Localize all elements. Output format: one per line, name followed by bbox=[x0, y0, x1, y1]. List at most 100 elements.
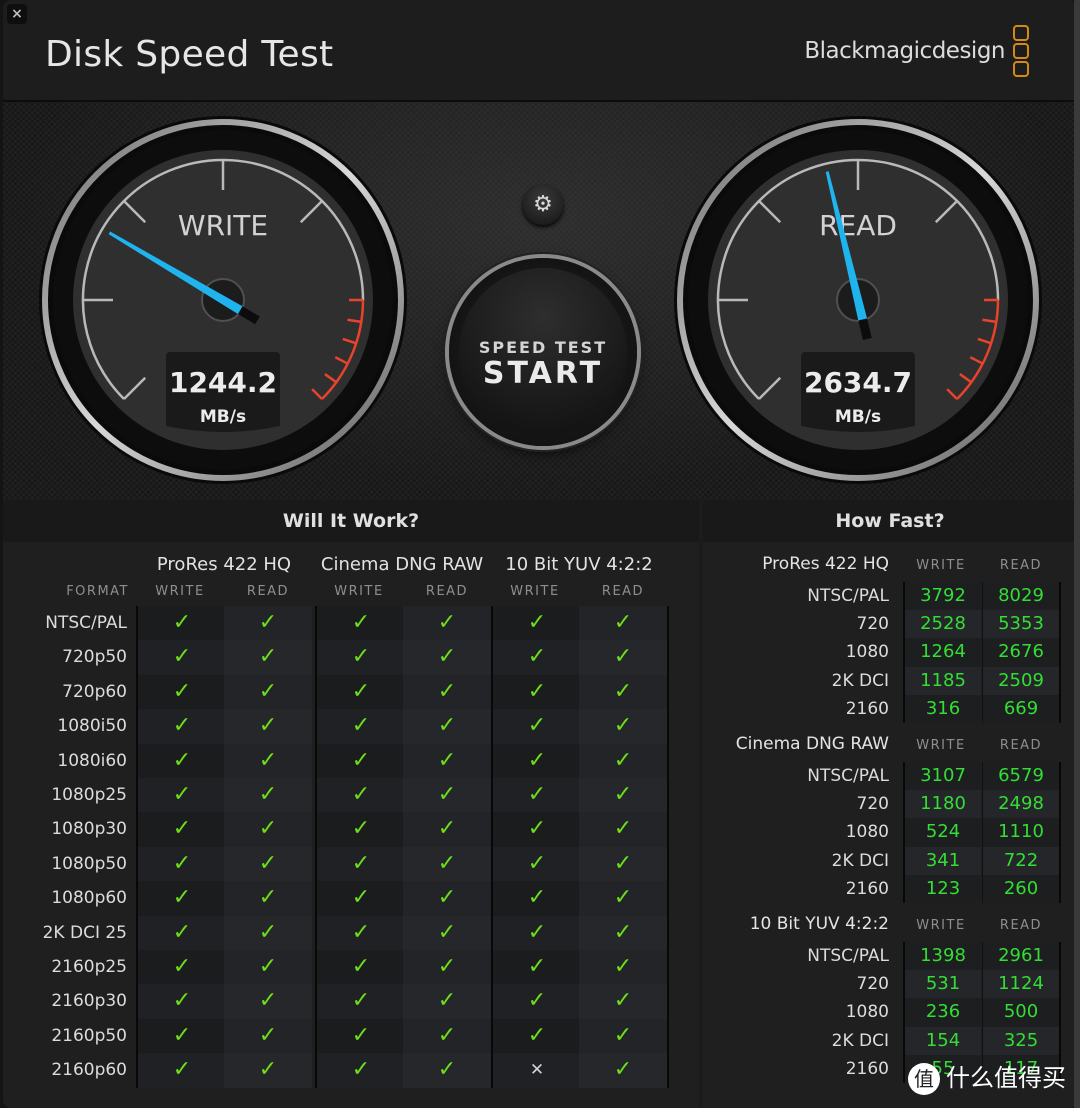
table-row: 1080p60 ✓ ✓ ✓ ✓ ✓ ✓ bbox=[3, 881, 699, 916]
check-icon: ✓ bbox=[491, 640, 581, 675]
watermark-text: 什么值得买 bbox=[946, 1064, 1066, 1092]
resolution-label: 2K DCI bbox=[831, 670, 889, 691]
check-icon: ✓ bbox=[579, 915, 669, 950]
codec-group-header: 10 Bit YUV 4:2:2 bbox=[505, 554, 653, 575]
check-icon: ✓ bbox=[224, 950, 312, 985]
resolution-label: 1080 bbox=[845, 822, 889, 843]
settings-button[interactable]: ⚙ bbox=[523, 185, 563, 225]
table-row: 2160p50 ✓ ✓ ✓ ✓ ✓ ✓ bbox=[3, 1018, 699, 1054]
check-icon: ✓ bbox=[491, 606, 581, 641]
check-icon: ✓ bbox=[224, 743, 312, 778]
format-column-header: FORMAT bbox=[66, 584, 129, 599]
format-label: 1080p60 bbox=[51, 888, 127, 909]
cross-icon: ✕ bbox=[491, 1053, 581, 1088]
check-icon: ✓ bbox=[136, 950, 226, 985]
table-row: 720p60 ✓ ✓ ✓ ✓ ✓ ✓ bbox=[3, 674, 699, 710]
table-row: 2K DCI 154 325 bbox=[703, 1026, 1077, 1055]
codec-group-name: ProRes 422 HQ bbox=[762, 554, 889, 574]
table-row: 2160p30 ✓ ✓ ✓ ✓ ✓ ✓ bbox=[3, 984, 699, 1019]
check-icon: ✓ bbox=[315, 812, 405, 847]
resolution-label: 720 bbox=[856, 974, 889, 995]
read-fps-value: 1124 bbox=[982, 970, 1061, 999]
write-speed-unit: MB/s bbox=[200, 407, 246, 427]
resolution-label: NTSC/PAL bbox=[807, 586, 889, 606]
check-icon: ✓ bbox=[579, 881, 669, 916]
check-icon: ✓ bbox=[491, 709, 581, 744]
check-icon: ✓ bbox=[224, 846, 312, 882]
write-fps-value: 531 bbox=[903, 970, 981, 999]
check-icon: ✓ bbox=[136, 778, 226, 813]
check-icon: ✓ bbox=[315, 1053, 405, 1088]
read-fps-value: 8029 bbox=[982, 582, 1061, 611]
column-header-write: WRITE bbox=[916, 918, 966, 933]
check-icon: ✓ bbox=[579, 984, 669, 1019]
read-gauge: READ 2634.7 MB/s bbox=[674, 116, 1042, 484]
table-row: 2160p60 ✓ ✓ ✓ ✓ ✕ ✓ bbox=[3, 1053, 699, 1088]
write-fps-value: 3792 bbox=[903, 582, 981, 611]
read-fps-value: 260 bbox=[982, 874, 1061, 903]
check-icon: ✓ bbox=[403, 950, 491, 985]
table-row: NTSC/PAL 3792 8029 bbox=[703, 582, 1077, 611]
check-icon: ✓ bbox=[403, 778, 491, 813]
check-icon: ✓ bbox=[224, 915, 312, 950]
check-icon: ✓ bbox=[224, 881, 312, 916]
check-icon: ✓ bbox=[315, 915, 405, 950]
check-icon: ✓ bbox=[403, 1018, 491, 1054]
watermark: 值什么值得买 bbox=[908, 1058, 1066, 1095]
check-icon: ✓ bbox=[491, 778, 581, 813]
resolution-label: NTSC/PAL bbox=[807, 766, 889, 786]
check-icon: ✓ bbox=[136, 846, 226, 882]
close-button[interactable]: × bbox=[7, 4, 27, 24]
check-icon: ✓ bbox=[403, 915, 491, 950]
check-icon: ✓ bbox=[224, 1018, 312, 1054]
check-icon: ✓ bbox=[579, 709, 669, 744]
column-header-read: READ bbox=[601, 584, 645, 599]
format-label: 1080p25 bbox=[51, 785, 127, 805]
read-fps-value: 2961 bbox=[982, 942, 1061, 971]
write-speed-value: 1244.2 bbox=[169, 366, 277, 399]
codec-group-name: Cinema DNG RAW bbox=[735, 734, 889, 754]
check-icon: ✓ bbox=[224, 709, 312, 744]
check-icon: ✓ bbox=[403, 846, 491, 882]
read-fps-value: 1110 bbox=[982, 818, 1061, 847]
format-label: 1080i50 bbox=[57, 716, 127, 737]
check-icon: ✓ bbox=[403, 1053, 491, 1088]
table-row: 720 2528 5353 bbox=[703, 610, 1077, 639]
codec-group-header: ProRes 422 HQ bbox=[156, 554, 292, 575]
check-icon: ✓ bbox=[315, 984, 405, 1019]
table-row: 1080i50 ✓ ✓ ✓ ✓ ✓ ✓ bbox=[3, 709, 699, 744]
format-label: 2160p30 bbox=[51, 991, 127, 1012]
watermark-logo-icon: 值 bbox=[908, 1063, 940, 1095]
write-fps-value: 1185 bbox=[903, 666, 981, 695]
check-icon: ✓ bbox=[491, 743, 581, 778]
check-icon: ✓ bbox=[403, 984, 491, 1019]
start-button[interactable]: SPEED TEST START bbox=[449, 258, 637, 446]
resolution-label: 720 bbox=[856, 614, 889, 635]
check-icon: ✓ bbox=[491, 846, 581, 882]
column-header-read: READ bbox=[246, 584, 290, 599]
table-row: 2160p25 ✓ ✓ ✓ ✓ ✓ ✓ bbox=[3, 950, 699, 985]
table-row: 1080p25 ✓ ✓ ✓ ✓ ✓ ✓ bbox=[3, 778, 699, 813]
column-header-write: WRITE bbox=[916, 738, 966, 753]
check-icon: ✓ bbox=[403, 709, 491, 744]
write-fps-value: 1180 bbox=[903, 790, 981, 819]
read-fps-value: 669 bbox=[982, 694, 1061, 723]
write-fps-value: 154 bbox=[903, 1026, 981, 1055]
write-gauge-label: WRITE bbox=[178, 209, 268, 242]
read-needle-tail bbox=[858, 318, 872, 340]
app-title: Disk Speed Test bbox=[45, 34, 334, 75]
column-header-read: READ bbox=[999, 918, 1043, 933]
resolution-label: 2160 bbox=[845, 878, 889, 899]
check-icon: ✓ bbox=[224, 640, 312, 675]
check-icon: ✓ bbox=[315, 640, 405, 675]
column-header-write: WRITE bbox=[510, 584, 560, 599]
check-icon: ✓ bbox=[224, 778, 312, 813]
check-icon: ✓ bbox=[315, 606, 405, 641]
check-icon: ✓ bbox=[491, 950, 581, 985]
column-header-read: READ bbox=[999, 738, 1043, 753]
column-header-write: WRITE bbox=[334, 584, 384, 599]
resolution-label: 720 bbox=[856, 794, 889, 815]
table-row: 2K DCI 25 ✓ ✓ ✓ ✓ ✓ ✓ bbox=[3, 915, 699, 950]
resolution-label: 2160 bbox=[845, 1058, 889, 1079]
start-button-caption: SPEED TEST bbox=[478, 338, 608, 357]
